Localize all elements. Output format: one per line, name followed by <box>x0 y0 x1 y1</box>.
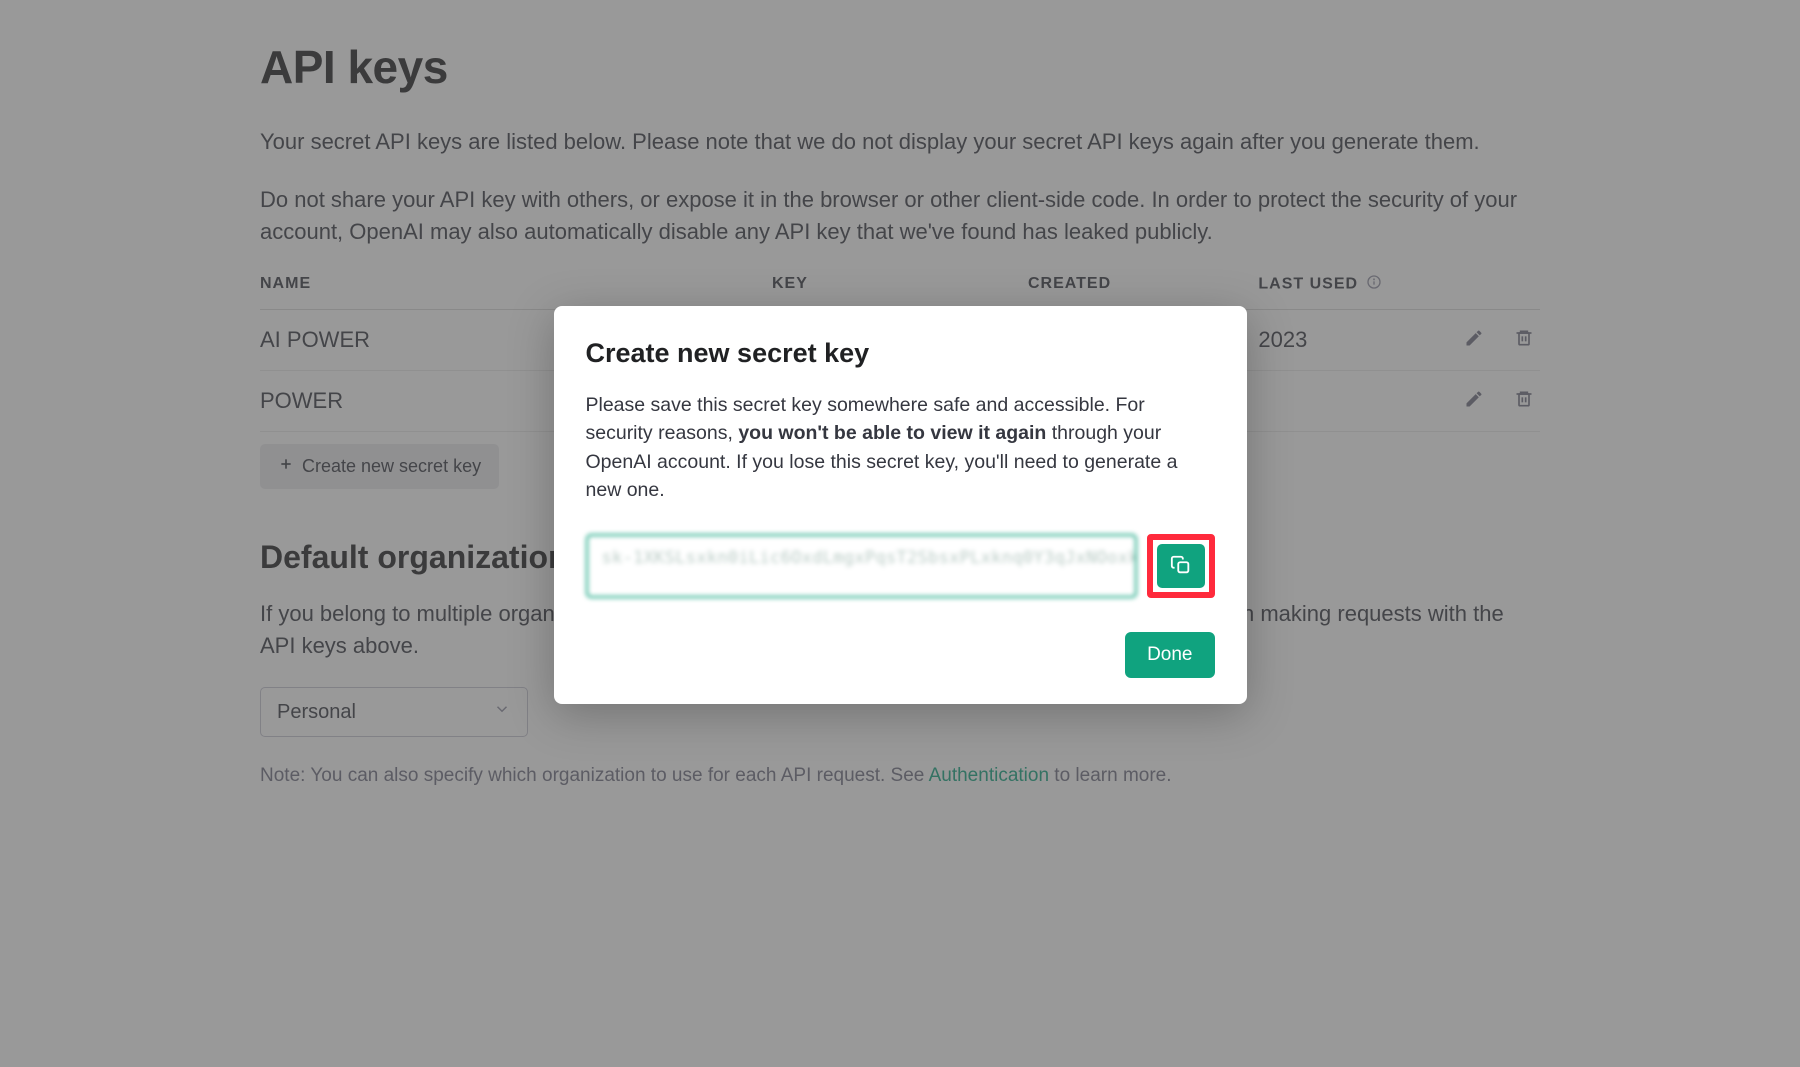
copy-icon <box>1170 554 1192 579</box>
modal-description: Please save this secret key somewhere sa… <box>586 391 1215 504</box>
secret-key-row: sk-1XKSLsxkn0iLic6OxdLmgxPqsT2SbsxPLxknq… <box>586 534 1215 598</box>
copy-highlight <box>1147 534 1215 598</box>
modal-footer: Done <box>586 632 1215 678</box>
modal-overlay[interactable]: Create new secret key Please save this s… <box>0 0 1800 1067</box>
create-key-modal: Create new secret key Please save this s… <box>554 306 1247 704</box>
modal-title: Create new secret key <box>586 338 1215 369</box>
copy-key-button[interactable] <box>1157 544 1205 588</box>
secret-key-input[interactable]: sk-1XKSLsxkn0iLic6OxdLmgxPqsT2SbsxPLxknq… <box>586 534 1137 598</box>
modal-text-bold: you won't be able to view it again <box>738 422 1046 444</box>
done-button[interactable]: Done <box>1125 632 1214 678</box>
